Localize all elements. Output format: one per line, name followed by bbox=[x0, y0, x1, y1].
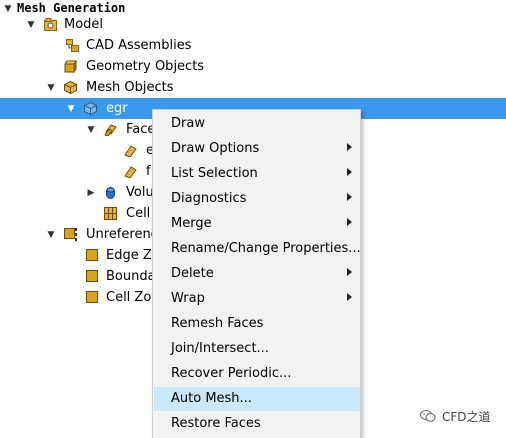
menu-item-draw[interactable]: Draw bbox=[154, 112, 360, 136]
submenu-arrow-icon bbox=[347, 168, 352, 176]
tree-label-cad-assemblies: CAD Assemblies bbox=[86, 38, 192, 53]
collapse-arrow-icon[interactable]: ▼ bbox=[3, 4, 13, 14]
menu-item-draw-options[interactable]: Draw Options bbox=[154, 137, 360, 161]
tree-row-cad-assemblies[interactable]: CAD Assemblies bbox=[0, 35, 506, 56]
tree-label-geometry-objects: Geometry Objects bbox=[86, 59, 205, 74]
tree-row-mesh-objects[interactable]: ▼ Mesh Objects bbox=[0, 77, 506, 98]
menu-item-remesh-faces[interactable]: Remesh Faces bbox=[154, 312, 360, 336]
zone-square-icon bbox=[86, 270, 98, 282]
tree-label-face-item: f bbox=[146, 164, 151, 179]
volumes-icon bbox=[106, 187, 115, 199]
model-icon bbox=[44, 18, 57, 31]
menu-item-label: Diagnostics bbox=[171, 191, 247, 206]
expand-arrow-icon[interactable]: ▶ bbox=[86, 188, 96, 198]
cad-assemblies-icon bbox=[66, 39, 79, 52]
tree-label-mesh-objects: Mesh Objects bbox=[86, 80, 174, 95]
zone-square-icon bbox=[86, 249, 98, 261]
collapse-arrow-icon[interactable]: ▼ bbox=[46, 83, 56, 93]
tree-label-boundary: Bounda bbox=[106, 269, 156, 284]
menu-item-label: Join/Intersect... bbox=[171, 341, 269, 356]
collapse-arrow-icon[interactable]: ▼ bbox=[66, 104, 76, 114]
menu-item-auto-mesh[interactable]: Auto Mesh... bbox=[154, 387, 360, 411]
collapse-arrow-icon[interactable]: ▼ bbox=[46, 230, 56, 240]
watermark-text: CFD之道 bbox=[442, 410, 491, 424]
wechat-icon bbox=[420, 410, 436, 422]
menu-item-label: Recover Periodic... bbox=[171, 366, 292, 381]
collapse-arrow-icon[interactable]: ▼ bbox=[86, 125, 96, 135]
face-zones-icon bbox=[104, 124, 117, 136]
submenu-arrow-icon bbox=[347, 293, 352, 301]
mesh-object-icon bbox=[84, 102, 97, 115]
tree-label-faces: Face bbox=[126, 122, 156, 137]
tree-label-unreferenced: Unreferenc bbox=[86, 227, 158, 242]
submenu-arrow-icon bbox=[347, 218, 352, 226]
menu-item-label: Wrap bbox=[171, 291, 205, 306]
cell-zones-icon bbox=[104, 207, 117, 220]
menu-item-label: Delete bbox=[171, 266, 214, 281]
tree-label-cell-zones: Cell bbox=[126, 206, 151, 221]
face-zone-icon bbox=[124, 166, 137, 178]
menu-item-label: Rename/Change Properties... bbox=[171, 241, 361, 256]
geometry-objects-icon bbox=[64, 60, 77, 73]
collapse-arrow-icon[interactable]: ▼ bbox=[26, 20, 36, 30]
menu-item-recover-periodic[interactable]: Recover Periodic... bbox=[154, 362, 360, 386]
tree-row-geometry-objects[interactable]: Geometry Objects bbox=[0, 56, 506, 77]
menu-item-delete[interactable]: Delete bbox=[154, 262, 360, 286]
tree-row-model[interactable]: ▼ Model bbox=[0, 14, 506, 35]
menu-item-label: Draw Options bbox=[171, 141, 260, 156]
submenu-arrow-icon bbox=[347, 193, 352, 201]
menu-item-label: Auto Mesh... bbox=[171, 391, 252, 406]
context-menu: Draw Draw Options List Selection Diagnos… bbox=[152, 109, 361, 438]
tree-label-volumes: Volu bbox=[126, 185, 154, 200]
unreferenced-icon bbox=[64, 228, 77, 241]
menu-item-label: Merge bbox=[171, 216, 212, 231]
submenu-arrow-icon bbox=[347, 143, 352, 151]
submenu-arrow-icon bbox=[347, 268, 352, 276]
tree-label-model: Model bbox=[64, 17, 104, 32]
menu-item-diagnostics[interactable]: Diagnostics bbox=[154, 187, 360, 211]
menu-item-label: Draw bbox=[171, 116, 205, 131]
zone-square-icon bbox=[86, 291, 98, 303]
menu-item-wrap[interactable]: Wrap bbox=[154, 287, 360, 311]
menu-item-merge[interactable]: Merge bbox=[154, 212, 360, 236]
menu-item-label: Remesh Faces bbox=[171, 316, 264, 331]
tree-label-egr: egr bbox=[106, 101, 128, 116]
menu-item-label: List Selection bbox=[171, 166, 258, 181]
menu-item-join-intersect[interactable]: Join/Intersect... bbox=[154, 337, 360, 361]
menu-item-rename[interactable]: Rename/Change Properties... bbox=[154, 237, 361, 261]
menu-item-list-selection[interactable]: List Selection bbox=[154, 162, 360, 186]
menu-item-label: Restore Faces bbox=[171, 416, 261, 431]
menu-item-restore-faces[interactable]: Restore Faces bbox=[154, 412, 360, 436]
face-zone-icon bbox=[124, 145, 137, 157]
mesh-objects-icon bbox=[64, 81, 77, 94]
